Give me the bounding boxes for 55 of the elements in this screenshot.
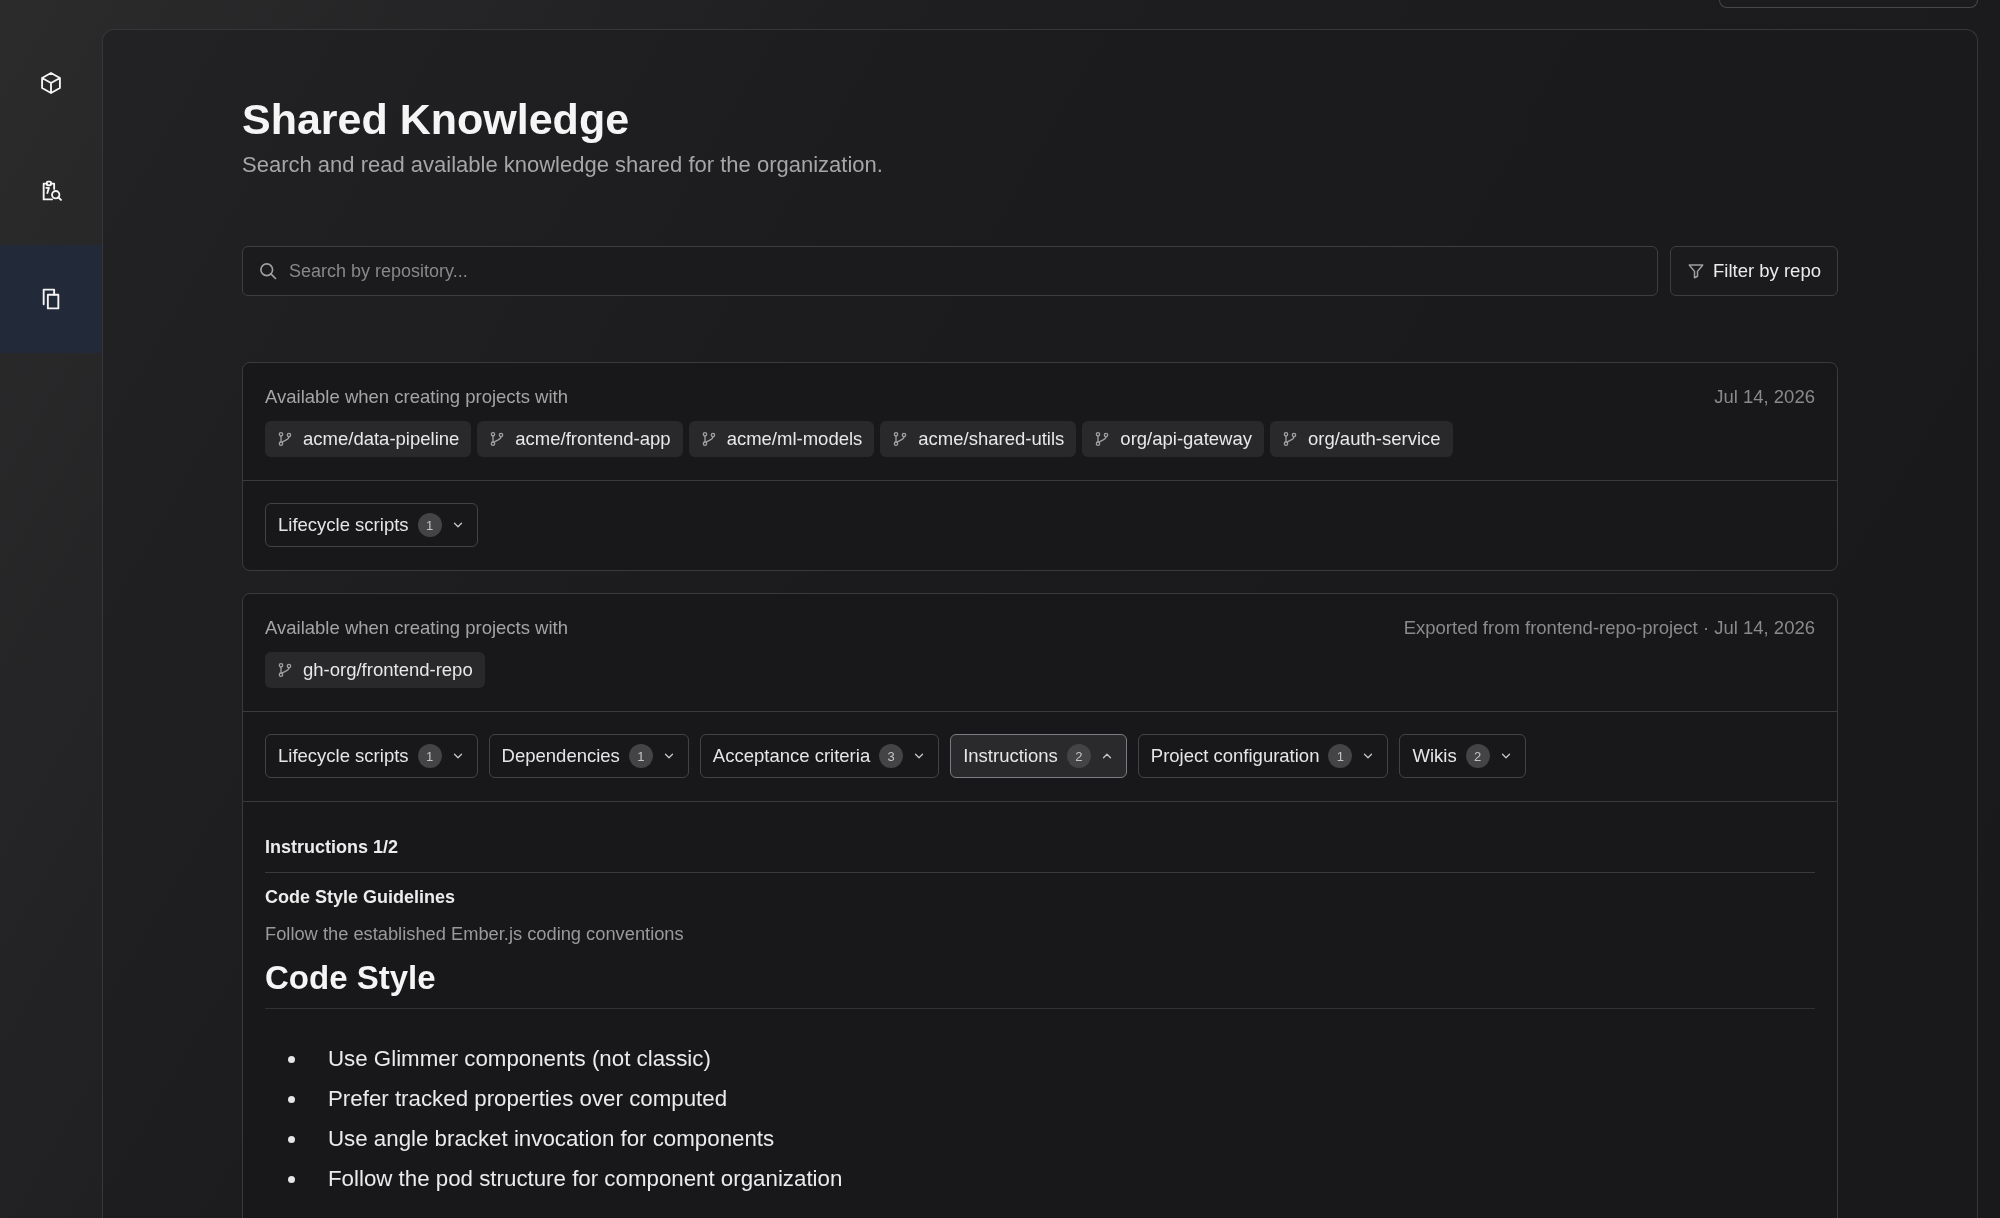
section-dropdown[interactable]: Dependencies 1 <box>488 734 689 778</box>
section-dropdown[interactable]: Lifecycle scripts 1 <box>265 503 478 547</box>
bullet-icon <box>288 1055 295 1063</box>
section-dropdown[interactable]: Wikis 2 <box>1399 734 1526 778</box>
filter-button[interactable]: Filter by repo <box>1670 246 1838 296</box>
document-heading: Code Style <box>265 957 1815 1009</box>
clipboard-search-icon <box>40 180 62 202</box>
card-meta: Jul 14, 2026 <box>1714 386 1815 408</box>
section-dropdown[interactable]: Lifecycle scripts 1 <box>265 734 478 778</box>
bullet-icon <box>288 1175 295 1183</box>
branch-icon <box>1282 431 1298 447</box>
search-field[interactable]: Search by repository... <box>242 246 1659 296</box>
instruction-description: Follow the established Ember.js coding conventions <box>265 923 685 945</box>
section-dropdown[interactable]: Project configuration 1 <box>1137 734 1389 778</box>
branch-icon <box>277 431 293 447</box>
section-dropdown[interactable]: Acceptance criteria 3 <box>699 734 940 778</box>
cube-icon <box>40 72 62 94</box>
section-dropdown[interactable]: Instructions 2 <box>950 734 1127 778</box>
repo-chip: acme/data-pipeline <box>265 421 472 457</box>
branch-icon <box>489 431 506 447</box>
list-item-text: Use Glimmer components (not classic) <box>328 1045 711 1073</box>
count-badge: 1 <box>628 744 653 768</box>
bullet-icon <box>288 1135 295 1143</box>
repo-chip: org/api-gateway <box>1082 421 1264 457</box>
count-badge: 1 <box>417 744 442 768</box>
list-item-text: Follow the pod structure for component organization <box>328 1165 843 1193</box>
header-button[interactable] <box>1719 0 1978 8</box>
copy-icon <box>40 288 62 310</box>
availability-label: Available when creating projects with <box>265 386 569 408</box>
list-item-text: Use angle bracket invocation for components <box>328 1125 775 1153</box>
instruction-title: Code Style Guidelines <box>265 886 457 908</box>
branch-icon <box>892 431 909 447</box>
bullet-icon <box>288 1095 295 1103</box>
panel-heading: Instructions 1/2 <box>265 836 1815 873</box>
page-subtitle: Search and read available knowledge shared for the organization. <box>242 152 884 178</box>
card-meta: Exported from frontend-repo-project · Jul 14, 2026 <box>1403 617 1815 639</box>
count-badge: 3 <box>879 744 904 768</box>
repo-chip: acme/ml-models <box>688 421 875 457</box>
count-badge: 2 <box>1066 744 1091 768</box>
filter-icon <box>1687 262 1706 280</box>
count-badge: 1 <box>417 513 442 537</box>
list-item-text: Prefer tracked properties over computed <box>328 1085 728 1113</box>
branch-icon <box>700 431 717 447</box>
count-badge: 2 <box>1465 744 1490 768</box>
repo-chip: acme/shared-utils <box>880 421 1077 457</box>
repo-chip: acme/frontend-app <box>477 421 683 457</box>
count-badge: 1 <box>1328 744 1353 768</box>
nav-item[interactable] <box>0 245 102 353</box>
repo-chip: gh-org/frontend-repo <box>265 652 485 688</box>
branch-icon <box>277 662 293 678</box>
repo-chip: org/auth-service <box>1270 421 1453 457</box>
search-icon <box>258 261 278 281</box>
page-title: Shared Knowledge <box>242 94 631 144</box>
branch-icon <box>1094 431 1111 447</box>
availability-label: Available when creating projects with <box>265 617 569 639</box>
